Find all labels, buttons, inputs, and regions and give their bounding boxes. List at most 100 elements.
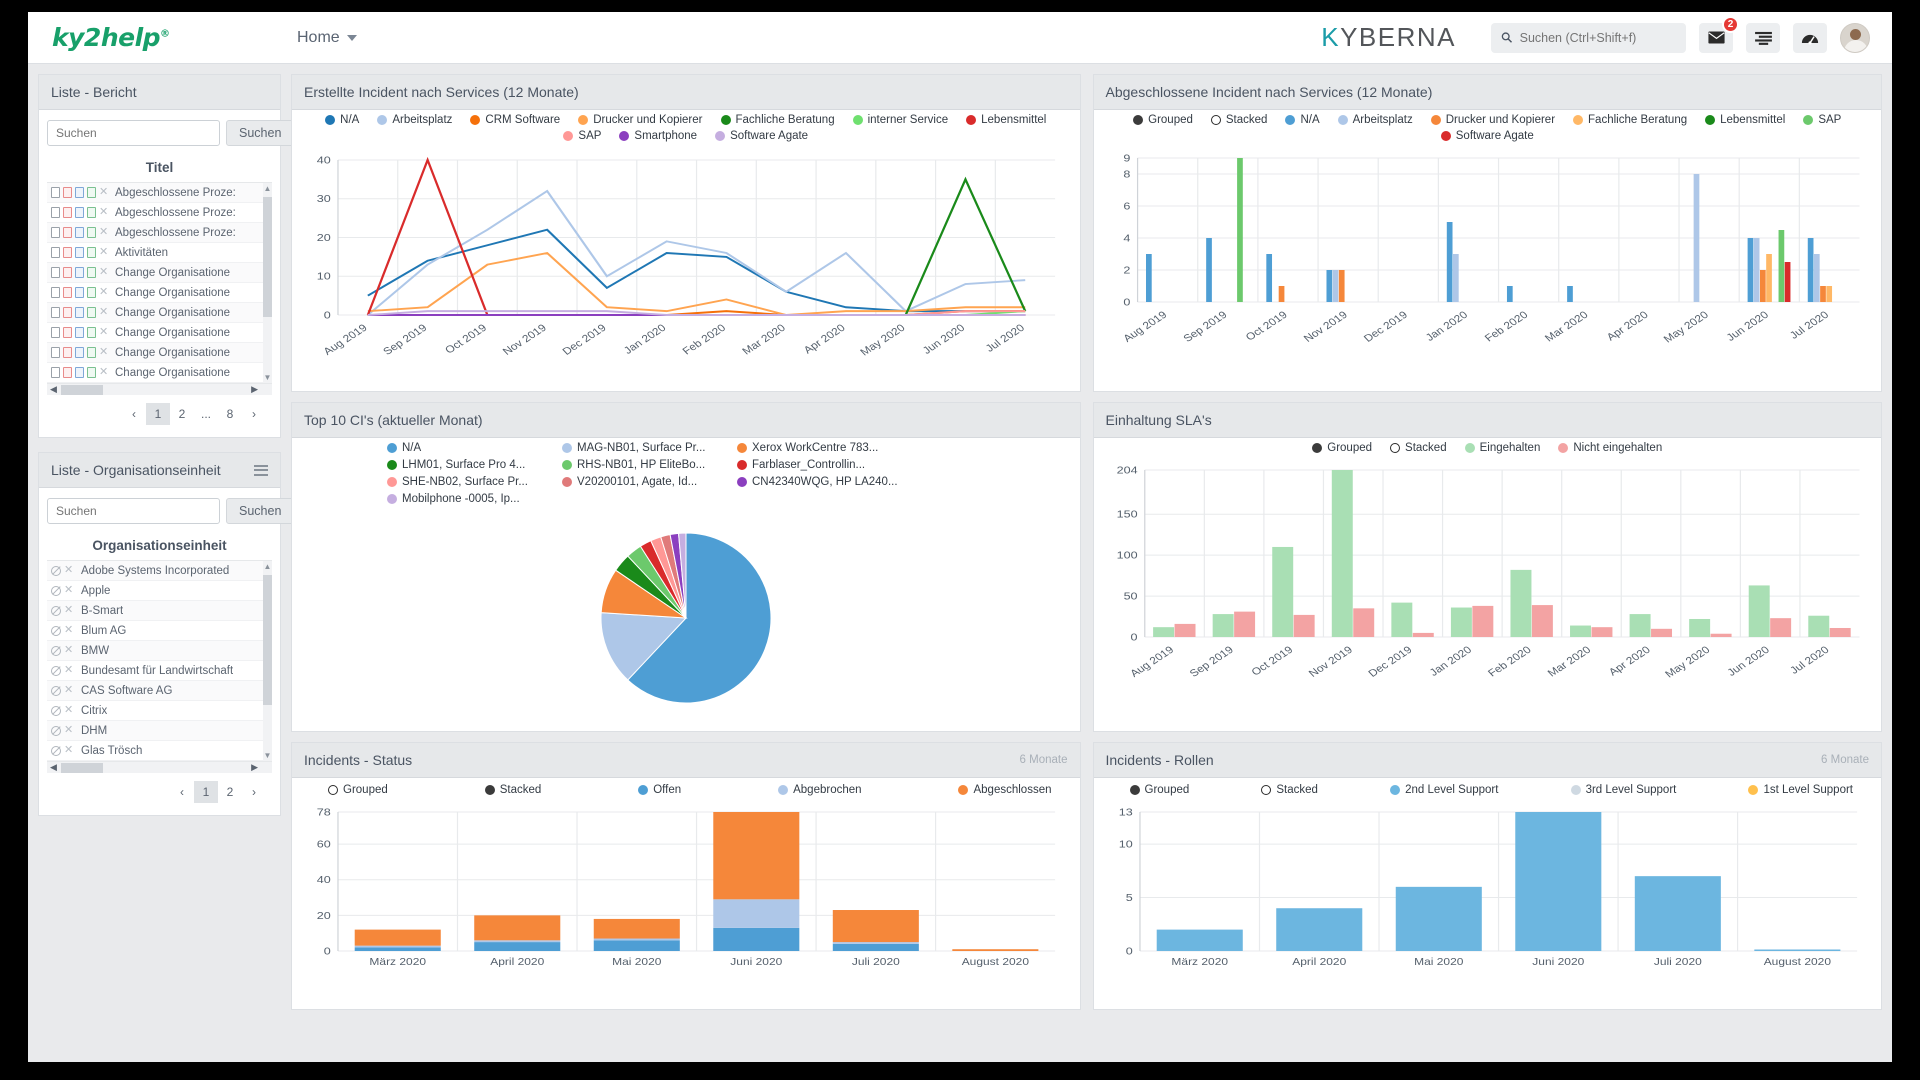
- list-item[interactable]: ✕ Change Organisatione: [47, 363, 272, 383]
- close-icon[interactable]: ✕: [64, 665, 73, 676]
- excel-icon[interactable]: [87, 227, 96, 238]
- pagination-1[interactable]: 1: [194, 781, 218, 803]
- nav-home-menu[interactable]: Home: [297, 29, 357, 47]
- org-horizontal-scrollbar[interactable]: ◀ ▶: [47, 761, 272, 773]
- word-icon[interactable]: [75, 367, 84, 378]
- legend-item[interactable]: Software Agate: [1440, 130, 1534, 142]
- pdf-icon[interactable]: [63, 227, 72, 238]
- list-item[interactable]: ✕ Bundesamt für Landwirtschaft: [47, 661, 272, 681]
- excel-icon[interactable]: [87, 327, 96, 338]
- word-icon[interactable]: [75, 307, 84, 318]
- word-icon[interactable]: [75, 227, 84, 238]
- close-icon[interactable]: ✕: [64, 625, 73, 636]
- document-icon[interactable]: [51, 227, 60, 238]
- user-avatar[interactable]: [1840, 22, 1870, 53]
- legend-item[interactable]: Nicht eingehalten: [1558, 442, 1662, 454]
- report-horizontal-scrollbar[interactable]: ◀ ▶: [47, 383, 272, 395]
- legend-item[interactable]: Farblaser_Controllin...: [737, 459, 912, 471]
- legend-item[interactable]: Grouped: [1312, 442, 1372, 454]
- list-item[interactable]: ✕ Adobe Systems Incorporated: [47, 561, 272, 581]
- pdf-icon[interactable]: [63, 247, 72, 258]
- legend-item[interactable]: SHE-NB02, Surface Pr...: [387, 476, 562, 488]
- legend-item[interactable]: Stacked: [1210, 114, 1267, 126]
- legend-item[interactable]: 2nd Level Support: [1390, 784, 1498, 796]
- list-item[interactable]: ✕ Abgeschlossene Proze:: [47, 183, 272, 203]
- legend-item[interactable]: SAP: [563, 130, 601, 142]
- legend-item[interactable]: Abgebrochen: [778, 784, 862, 796]
- legend-item[interactable]: CRM Software: [470, 114, 560, 126]
- legend-item[interactable]: CN42340WQG, HP LA240...: [737, 476, 912, 488]
- pdf-icon[interactable]: [63, 347, 72, 358]
- org-vertical-scrollbar[interactable]: ▲ ▼: [263, 561, 272, 761]
- legend-item[interactable]: N/A: [1285, 114, 1320, 126]
- pagination-8[interactable]: 8: [218, 403, 242, 425]
- word-icon[interactable]: [75, 247, 84, 258]
- pdf-icon[interactable]: [63, 267, 72, 278]
- document-icon[interactable]: [51, 267, 60, 278]
- close-icon[interactable]: ✕: [64, 565, 73, 576]
- close-icon[interactable]: ✕: [99, 207, 108, 218]
- document-icon[interactable]: [51, 307, 60, 318]
- list-item[interactable]: ✕ Blum AG: [47, 621, 272, 641]
- legend-item[interactable]: 1st Level Support: [1748, 784, 1853, 796]
- excel-icon[interactable]: [87, 347, 96, 358]
- tasks-button[interactable]: [1746, 22, 1780, 53]
- legend-item[interactable]: Stacked: [484, 784, 541, 796]
- close-icon[interactable]: ✕: [99, 287, 108, 298]
- list-item[interactable]: ✕ Change Organisatione: [47, 283, 272, 303]
- disable-icon[interactable]: [51, 725, 61, 736]
- list-item[interactable]: ✕ Change Organisatione: [47, 343, 272, 363]
- pagination-2[interactable]: 2: [170, 403, 194, 425]
- pdf-icon[interactable]: [63, 327, 72, 338]
- list-item[interactable]: ✕ Change Organisatione: [47, 323, 272, 343]
- word-icon[interactable]: [75, 187, 84, 198]
- close-icon[interactable]: ✕: [99, 267, 108, 278]
- mail-button[interactable]: 2: [1699, 15, 1739, 53]
- legend-item[interactable]: Stacked: [1261, 784, 1318, 796]
- list-item[interactable]: ✕ Aktivitäten: [47, 243, 272, 263]
- report-hscroll-thumb[interactable]: [61, 384, 103, 395]
- legend-item[interactable]: Grouped: [1133, 114, 1193, 126]
- list-item[interactable]: ✕ BMW: [47, 641, 272, 661]
- scroll-right-arrow-icon[interactable]: ▶: [251, 762, 258, 773]
- close-icon[interactable]: ✕: [99, 347, 108, 358]
- excel-icon[interactable]: [87, 247, 96, 258]
- document-icon[interactable]: [51, 187, 60, 198]
- list-item[interactable]: ✕ Change Organisatione: [47, 263, 272, 283]
- legend-item[interactable]: Stacked: [1390, 442, 1447, 454]
- close-icon[interactable]: ✕: [99, 367, 108, 378]
- legend-item[interactable]: Xerox WorkCentre 783...: [737, 442, 912, 454]
- pagination-1[interactable]: 1: [146, 403, 170, 425]
- document-icon[interactable]: [51, 207, 60, 218]
- report-scroll-thumb[interactable]: [263, 197, 272, 317]
- list-item[interactable]: ✕ Change Organisatione: [47, 303, 272, 323]
- scroll-left-arrow-icon[interactable]: ◀: [50, 762, 57, 773]
- legend-item[interactable]: Fachliche Beratung: [1573, 114, 1687, 126]
- legend-item[interactable]: Eingehalten: [1464, 442, 1540, 454]
- legend-item[interactable]: Grouped: [1129, 784, 1189, 796]
- word-icon[interactable]: [75, 207, 84, 218]
- close-icon[interactable]: ✕: [64, 725, 73, 736]
- pagination-...[interactable]: ...: [194, 403, 218, 425]
- close-icon[interactable]: ✕: [64, 605, 73, 616]
- disable-icon[interactable]: [51, 605, 61, 616]
- list-item[interactable]: ✕ Abgeschlossene Proze:: [47, 223, 272, 243]
- pdf-icon[interactable]: [63, 367, 72, 378]
- excel-icon[interactable]: [87, 287, 96, 298]
- legend-item[interactable]: MAG-NB01, Surface Pr...: [562, 442, 737, 454]
- excel-icon[interactable]: [87, 367, 96, 378]
- close-icon[interactable]: ✕: [64, 745, 73, 756]
- org-search-input[interactable]: [47, 498, 220, 524]
- disable-icon[interactable]: [51, 565, 61, 576]
- legend-item[interactable]: Smartphone: [619, 130, 697, 142]
- global-search-box[interactable]: [1491, 22, 1686, 53]
- legend-item[interactable]: Offen: [638, 784, 681, 796]
- legend-item[interactable]: SAP: [1803, 114, 1841, 126]
- report-vertical-scrollbar[interactable]: ▲ ▼: [263, 183, 272, 383]
- disable-icon[interactable]: [51, 705, 61, 716]
- pagination-2[interactable]: 2: [218, 781, 242, 803]
- disable-icon[interactable]: [51, 745, 61, 756]
- scroll-left-arrow-icon[interactable]: ◀: [50, 384, 57, 395]
- close-icon[interactable]: ✕: [99, 227, 108, 238]
- excel-icon[interactable]: [87, 307, 96, 318]
